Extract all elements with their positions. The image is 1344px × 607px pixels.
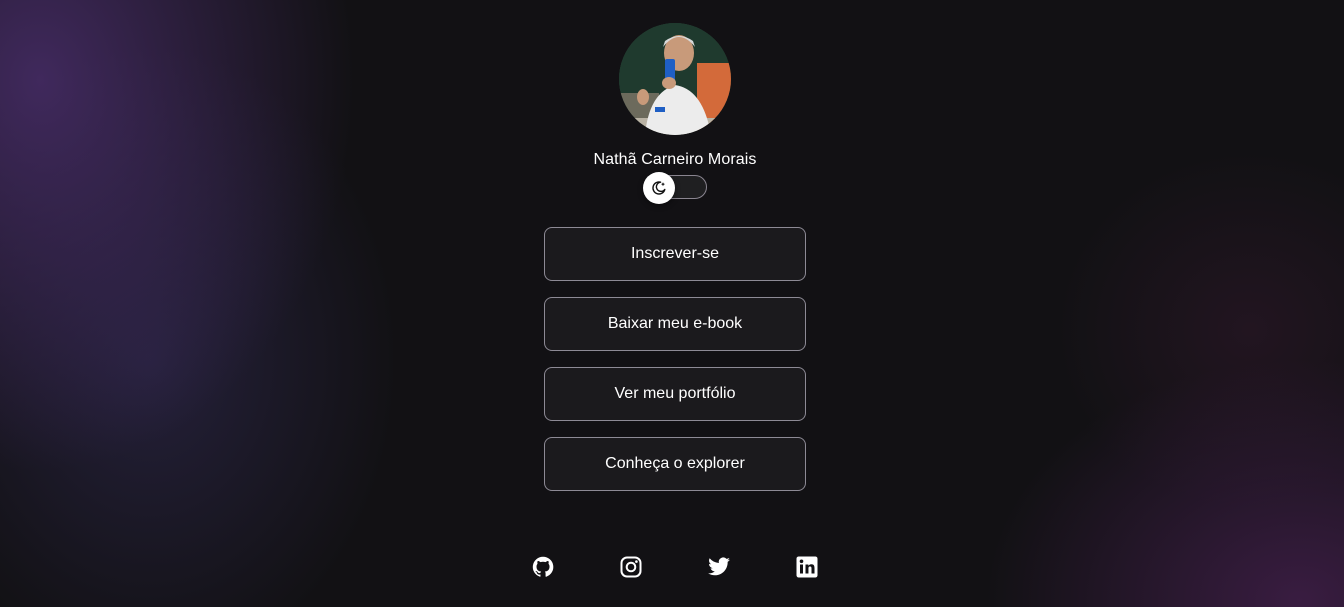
linkedin-icon: [796, 556, 818, 578]
explorer-button[interactable]: Conheça o explorer: [544, 437, 806, 491]
instagram-icon: [620, 556, 642, 578]
twitter-link[interactable]: [707, 555, 731, 579]
theme-toggle[interactable]: [643, 172, 707, 204]
avatar: [619, 23, 731, 135]
linkedin-link[interactable]: [795, 555, 819, 579]
link-list: Inscrever-se Baixar meu e-book Ver meu p…: [544, 227, 806, 507]
twitter-icon: [708, 557, 730, 576]
page: Nathã Carneiro Morais Inscrever-se Baixa…: [0, 0, 1344, 607]
instagram-link[interactable]: [619, 555, 643, 579]
portfolio-button[interactable]: Ver meu portfólio: [544, 367, 806, 421]
github-link[interactable]: [531, 555, 555, 579]
download-ebook-button[interactable]: Baixar meu e-book: [544, 297, 806, 351]
theme-toggle-knob[interactable]: [643, 172, 675, 204]
social-links: [0, 555, 1344, 579]
subscribe-button[interactable]: Inscrever-se: [544, 227, 806, 281]
github-icon: [532, 556, 554, 577]
profile-name: Nathã Carneiro Morais: [593, 151, 757, 168]
moon-icon: [652, 181, 666, 195]
profile-photo: [619, 23, 731, 135]
